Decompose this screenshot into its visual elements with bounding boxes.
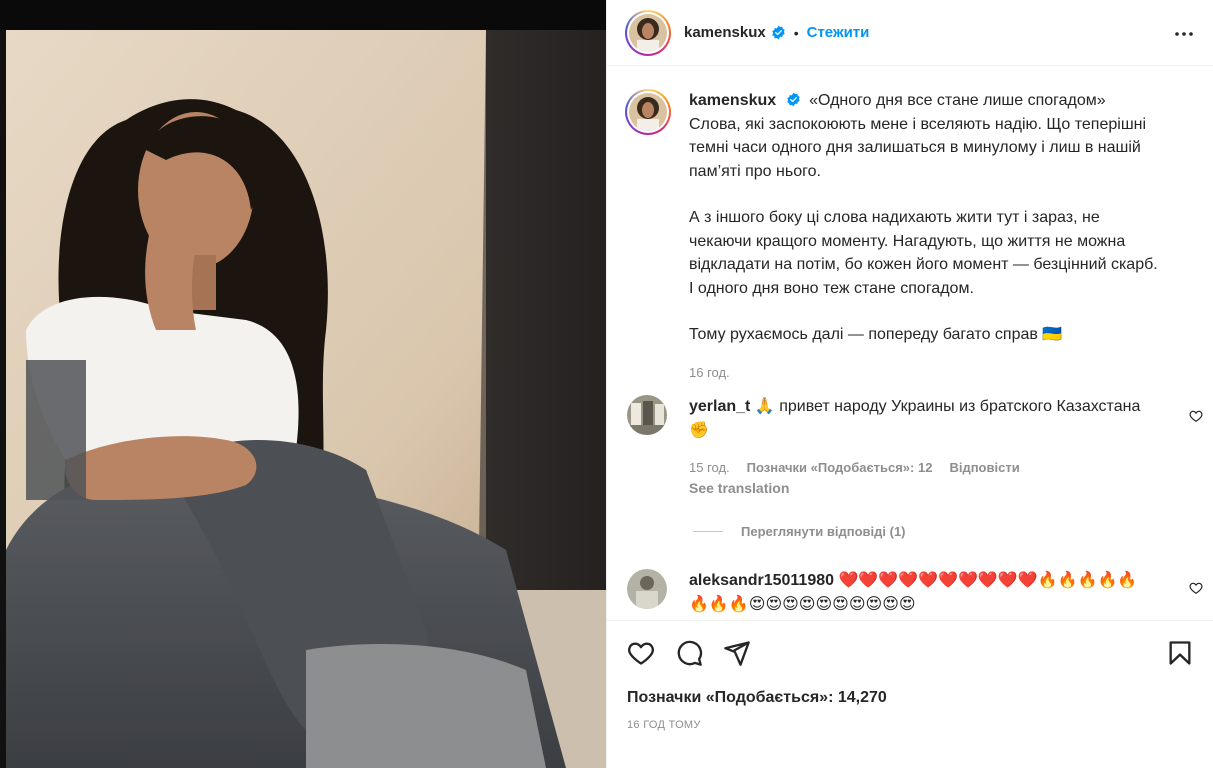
comment-message: 🙏 привет народу Украины из братского Каз… [689, 398, 1141, 439]
post-header: kamenskux • Стежити [607, 0, 1213, 66]
commenter-avatar[interactable] [627, 569, 667, 609]
author-avatar[interactable] [625, 9, 671, 56]
post-side-panel: kamenskux • Стежити kamenskux «Одного дн… [606, 0, 1213, 768]
action-icon-row [627, 639, 751, 667]
comment-item: yerlan_t 🙏 привет народу Украины из брат… [625, 395, 1205, 496]
comment-icon[interactable] [675, 639, 703, 667]
post-timestamp[interactable]: 16 ГОД ТОМУ [627, 719, 701, 731]
separator-dot: • [793, 24, 799, 41]
commenter-username[interactable]: aleksandr15011980 [689, 572, 834, 589]
comment-likes[interactable]: Позначки «Подобається»: 12 [747, 460, 933, 475]
likes-count[interactable]: Позначки «Подобається»: 14,270 [627, 689, 887, 707]
avatar-image-icon [627, 569, 667, 609]
comment-text: yerlan_t 🙏 привет народу Украины из брат… [689, 395, 1149, 442]
photo-top-bar [0, 0, 606, 30]
caption-author-avatar[interactable] [625, 89, 671, 135]
see-translation-link[interactable]: See translation [689, 480, 1205, 496]
post-photo-pane [0, 0, 606, 768]
comments-list[interactable]: kamenskux «Одного дня все стане лише спо… [607, 67, 1213, 627]
reply-button[interactable]: Відповісти [949, 460, 1019, 475]
caption-timestamp[interactable]: 16 год. [689, 361, 1165, 385]
comment-text: aleksandr15011980 ❤️❤️❤️❤️❤️❤️❤️❤️❤️❤️🔥🔥… [689, 569, 1149, 616]
comment-like-heart-icon[interactable] [1189, 409, 1203, 423]
caption-username[interactable]: kamenskux [689, 92, 776, 109]
commenter-username[interactable]: yerlan_t [689, 398, 750, 415]
verified-icon [772, 25, 785, 40]
save-icon[interactable] [1166, 639, 1194, 667]
post-actions: Позначки «Подобається»: 14,270 16 ГОД ТО… [607, 620, 1213, 768]
view-replies-label: Переглянути відповіді (1) [741, 524, 906, 539]
caption-paragraph-3: Тому рухаємось далі — попереду багато сп… [689, 326, 1063, 343]
replies-divider-line [693, 531, 723, 532]
avatar-image-icon [629, 13, 667, 52]
comment-meta: 15 год. Позначки «Подобається»: 12 Відпо… [689, 460, 1205, 475]
heart-icon[interactable] [627, 639, 655, 667]
avatar-image-icon [627, 395, 667, 435]
post-caption: kamenskux «Одного дня все стане лише спо… [625, 89, 1185, 384]
caption-text: kamenskux «Одного дня все стане лише спо… [689, 89, 1165, 384]
comment-item: aleksandr15011980 ❤️❤️❤️❤️❤️❤️❤️❤️❤️❤️🔥🔥… [625, 569, 1205, 616]
post-photo[interactable] [6, 30, 606, 768]
caption-title: «Одного дня все стане лише спогадом» [809, 92, 1106, 109]
comment-timestamp[interactable]: 15 год. [689, 460, 730, 475]
caption-paragraph-1: Слова, які заспокоюють мене і вселяють н… [689, 115, 1147, 180]
post-photo-illustration [6, 30, 606, 768]
follow-button[interactable]: Стежити [807, 24, 870, 41]
share-icon[interactable] [723, 639, 751, 667]
commenter-avatar[interactable] [627, 395, 667, 435]
caption-paragraph-2: А з іншого боку ці слова надихають жити … [689, 209, 1158, 297]
author-username[interactable]: kamenskux [684, 24, 766, 41]
verified-icon [786, 92, 800, 107]
view-replies-button[interactable]: Переглянути відповіді (1) [693, 524, 906, 539]
comment-like-heart-icon[interactable] [1189, 581, 1203, 595]
more-icon[interactable] [1172, 22, 1196, 46]
avatar-image-icon [629, 93, 667, 131]
